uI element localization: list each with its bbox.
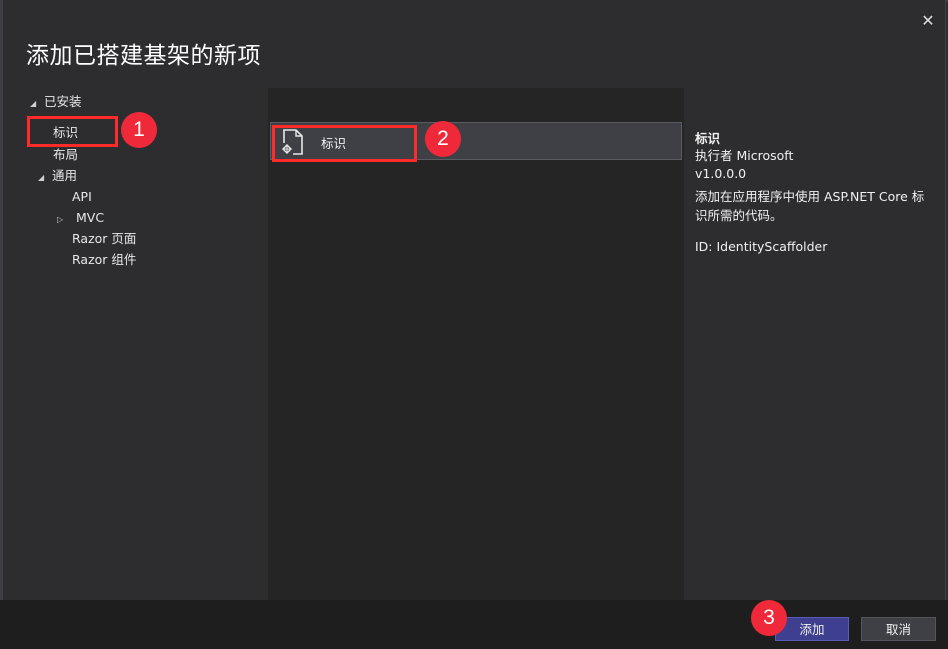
close-button[interactable]: ✕	[917, 10, 939, 32]
step-badge-3: 3	[751, 600, 787, 636]
expanded-triangle-icon[interactable]: ◢	[30, 94, 40, 114]
tree-node-mvc[interactable]: ▷ MVC	[57, 208, 104, 228]
step-badge-2: 2	[425, 121, 461, 157]
dialog-title: 添加已搭建基架的新项	[26, 43, 261, 69]
detail-author: 执行者 Microsoft	[695, 148, 794, 163]
tree-node-label: Razor 页面	[72, 231, 137, 246]
scaffold-item-list: 标识	[268, 88, 684, 600]
detail-id: ID: IdentityScaffolder	[695, 239, 828, 254]
tree-node-razor-pages[interactable]: Razor 页面	[72, 229, 136, 249]
expanded-triangle-icon[interactable]: ◢	[38, 168, 48, 188]
tree-node-label: 通用	[51, 168, 77, 183]
close-icon[interactable]: ✕	[921, 11, 934, 30]
highlight-box-identity-tree	[27, 116, 118, 147]
tree-node-label: 布局	[53, 147, 79, 162]
detail-description: 添加在应用程序中使用 ASP.NET Core 标识所需的代码。	[695, 189, 925, 223]
tree-node-label: 已安装	[43, 94, 82, 109]
tree-node-razor-components[interactable]: Razor 组件	[72, 250, 136, 270]
tree-node-label: API	[72, 189, 92, 204]
tree-node-label: Razor 组件	[72, 252, 137, 267]
tree-node-api[interactable]: API	[72, 187, 92, 207]
tree-node-installed[interactable]: ◢ 已安装	[30, 92, 82, 112]
detail-version: v1.0.0.0	[695, 166, 747, 181]
collapsed-triangle-icon[interactable]: ▷	[57, 210, 72, 230]
tree-node-label: MVC	[75, 210, 105, 225]
step-badge-1: 1	[121, 112, 157, 148]
highlight-box-identity-item	[272, 125, 417, 162]
details-pane: 标识 执行者 Microsoft v1.0.0.0 添加在应用程序中使用 ASP…	[686, 88, 944, 600]
tree-node-layout[interactable]: 布局	[53, 145, 78, 165]
cancel-button[interactable]: 取消	[861, 617, 936, 641]
tree-node-common[interactable]: ◢ 通用	[38, 166, 77, 186]
category-tree: ◢ 已安装 标识 布局 ◢ 通用 API ▷ MVC Razor 页面 Razo…	[8, 88, 266, 598]
